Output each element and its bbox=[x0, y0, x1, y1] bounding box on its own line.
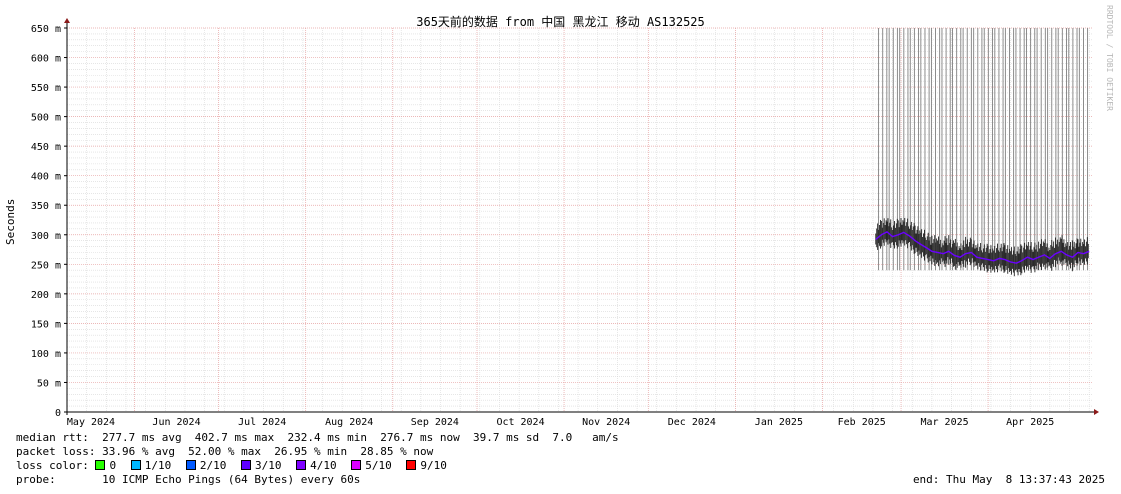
chart-title: 365天前的数据 from 中国 黑龙江 移动 AS132525 bbox=[416, 15, 705, 29]
x-tick-label: Dec 2024 bbox=[668, 417, 716, 428]
y-tick-label: 200 m bbox=[31, 290, 61, 301]
loss-color-swatch bbox=[296, 460, 307, 470]
x-tick-label: Aug 2024 bbox=[325, 417, 373, 428]
median-rtt-legend: median rtt: 277.7 ms avg 402.7 ms max 23… bbox=[16, 431, 619, 444]
y-tick-label: 250 m bbox=[31, 260, 61, 271]
y-tick-label: 0 bbox=[55, 408, 61, 419]
y-tick-label: 300 m bbox=[31, 231, 61, 242]
packet-loss-legend: packet loss: 33.96 % avg 52.00 % max 26.… bbox=[16, 445, 434, 458]
rrdtool-watermark: RRDTOOL / TOBI OETIKER bbox=[1105, 5, 1114, 111]
loss-color-swatch bbox=[130, 460, 141, 470]
y-tick-label: 600 m bbox=[31, 54, 61, 65]
x-tick-label: Apr 2025 bbox=[1006, 417, 1054, 428]
loss-color-text: 3/10 bbox=[254, 459, 282, 472]
loss-color-item: 1/10 bbox=[130, 459, 172, 472]
loss-color-text: 1/10 bbox=[144, 459, 172, 472]
y-axis-label: Seconds bbox=[4, 198, 17, 245]
loss-color-text: 9/10 bbox=[420, 459, 447, 472]
y-tick-label: 450 m bbox=[31, 142, 61, 153]
loss-color-swatch bbox=[240, 460, 251, 470]
x-tick-label: Oct 2024 bbox=[496, 417, 544, 428]
y-tick-label: 400 m bbox=[31, 172, 61, 183]
chart-grid bbox=[66, 27, 1092, 412]
y-tick-label: 500 m bbox=[31, 113, 61, 124]
loss-color-text: 2/10 bbox=[199, 459, 227, 472]
loss-color-item: 5/10 bbox=[351, 459, 392, 472]
loss-color-text: 4/10 bbox=[310, 459, 337, 472]
loss-color-item: 3/10 bbox=[240, 459, 282, 472]
x-tick-label: Jun 2024 bbox=[152, 417, 200, 428]
loss-color-swatch bbox=[185, 460, 196, 470]
y-tick-labels: 0 50 m 100 m 150 m 200 m 250 m 300 m 350 m 400 m… bbox=[31, 24, 67, 419]
loss-color-item: 9/10 bbox=[406, 459, 447, 472]
y-tick-label: 50 m bbox=[37, 378, 61, 389]
loss-color-item: 2/10 bbox=[185, 459, 227, 472]
loss-spikes bbox=[878, 28, 1089, 271]
y-tick-label: 150 m bbox=[31, 319, 61, 330]
y-tick-label: 100 m bbox=[31, 349, 61, 360]
chart-axes bbox=[64, 18, 1099, 415]
loss-color-swatches: 0 1/10 2/10 3/10 4/10 5/10 9/10 bbox=[89, 459, 455, 472]
loss-color-text: 5/10 bbox=[365, 459, 392, 472]
end-time: end: Thu May 8 13:37:43 2025 bbox=[912, 473, 1105, 486]
smokeping-chart: 0 50 m 100 m 150 m 200 m 250 m 300 m 350 m 400 m… bbox=[31, 18, 1099, 428]
loss-color-legend: loss color: 0 1/10 2/10 3/10 4/10 5/10 9… bbox=[16, 459, 455, 473]
x-tick-labels: May 2024 Jun 2024 Jul 2024 Aug 2024 Sep 2024… bbox=[67, 417, 1054, 428]
probe-legend: probe: 10 ICMP Echo Pings (64 Bytes) eve… bbox=[16, 473, 361, 486]
loss-color-swatch bbox=[351, 460, 362, 470]
x-tick-label: Nov 2024 bbox=[582, 417, 630, 428]
y-tick-label: 550 m bbox=[31, 83, 61, 94]
loss-color-swatch bbox=[95, 460, 106, 470]
x-tick-label: Jan 2025 bbox=[755, 417, 803, 428]
x-tick-label: Mar 2025 bbox=[920, 417, 968, 428]
loss-color-label: loss color: bbox=[16, 459, 89, 472]
x-tick-label: Feb 2025 bbox=[838, 417, 886, 428]
loss-color-swatch bbox=[406, 460, 417, 470]
loss-color-text: 0 bbox=[109, 459, 117, 472]
loss-color-item: 0 bbox=[95, 459, 116, 472]
y-tick-label: 350 m bbox=[31, 201, 61, 212]
x-axis-arrow bbox=[1094, 409, 1099, 415]
x-tick-label: May 2024 bbox=[67, 417, 115, 428]
loss-color-item: 4/10 bbox=[296, 459, 337, 472]
x-tick-label: Jul 2024 bbox=[238, 417, 286, 428]
x-tick-label: Sep 2024 bbox=[411, 417, 459, 428]
